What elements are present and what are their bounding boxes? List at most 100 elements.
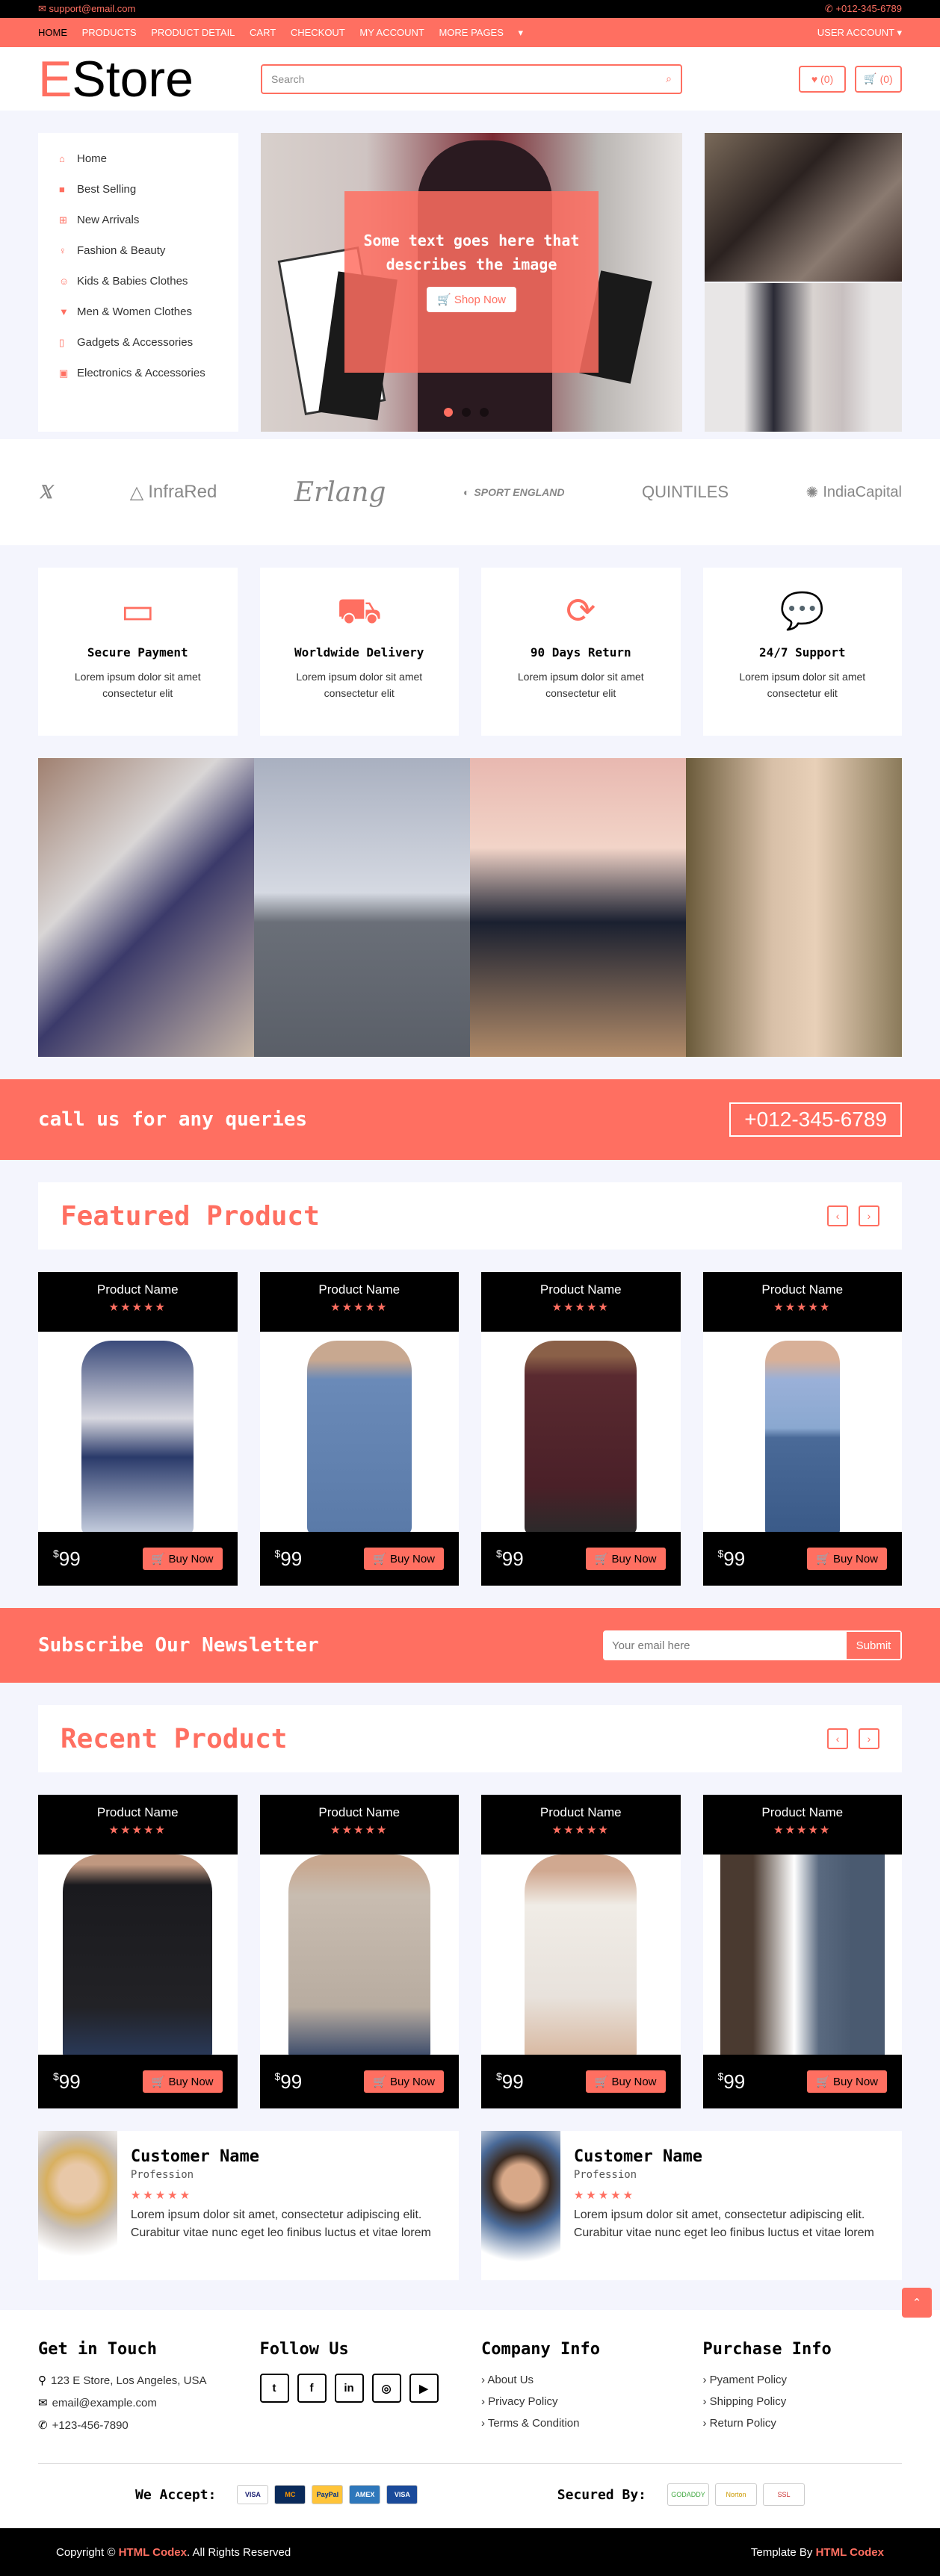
- product-name[interactable]: Product Name: [38, 1805, 238, 1820]
- category-item-best-selling[interactable]: ■ Best Selling: [59, 182, 217, 197]
- side-image-kids[interactable]: [705, 283, 902, 432]
- category-item-electronics[interactable]: ▣ Electronics & Accessories: [59, 366, 217, 381]
- slider-dot[interactable]: [444, 408, 453, 417]
- product-image[interactable]: [259, 1855, 459, 2055]
- footer-link-payment-policy[interactable]: › Pyament Policy: [703, 2374, 903, 2386]
- chevron-left-icon[interactable]: ‹: [827, 1205, 848, 1226]
- product-image[interactable]: [481, 1332, 681, 1532]
- search-icon[interactable]: ⌕: [666, 72, 672, 85]
- product-card: Product Name ★★★★★ $99 🛒 Buy Now: [481, 1272, 681, 1586]
- support-phone[interactable]: ✆ +012-345-6789: [825, 3, 902, 15]
- product-image[interactable]: [702, 1855, 902, 2055]
- chevron-right-icon[interactable]: ›: [859, 1728, 879, 1749]
- cart-button[interactable]: 🛒 (0): [855, 65, 902, 93]
- buy-now-button[interactable]: 🛒 Buy Now: [585, 1548, 666, 1570]
- slider-dot[interactable]: [480, 408, 489, 417]
- copyright-brand-link[interactable]: HTML Codex: [119, 2546, 187, 2559]
- footer-follow-us: Follow Us t f in ◎ ▶: [259, 2340, 460, 2441]
- brand-logo-sport-england: ◐ SPORT ENGLAND: [463, 486, 565, 498]
- newsletter-submit-button[interactable]: Submit: [847, 1632, 900, 1659]
- back-to-top-button[interactable]: ⌃: [902, 2288, 932, 2318]
- nav-product-detail[interactable]: PRODUCT DETAIL: [151, 27, 235, 38]
- product-name[interactable]: Product Name: [260, 1282, 460, 1297]
- chevron-up-icon: ⌃: [912, 2297, 922, 2309]
- footer-link-return-policy[interactable]: › Return Policy: [703, 2417, 903, 2430]
- product-card: Product Name ★★★★★ $99 🛒 Buy Now: [481, 1795, 681, 2108]
- customer-profession: Profession: [130, 2169, 194, 2181]
- nav-home[interactable]: HOME: [38, 27, 67, 38]
- linkedin-icon[interactable]: in: [334, 2374, 364, 2403]
- product-name[interactable]: Product Name: [481, 1805, 681, 1820]
- search-input[interactable]: Search ⌕: [261, 63, 682, 94]
- product-name[interactable]: Product Name: [703, 1805, 903, 1820]
- main-navbar: HOME PRODUCTS PRODUCT DETAIL CART CHECKO…: [0, 18, 940, 47]
- product-image[interactable]: [481, 1855, 681, 2055]
- twitter-icon[interactable]: t: [259, 2374, 289, 2403]
- product-image[interactable]: [259, 1332, 459, 1532]
- category-item-gadgets[interactable]: ▯ Gadgets & Accessories: [59, 335, 217, 350]
- buy-now-button[interactable]: 🛒 Buy Now: [807, 2070, 887, 2093]
- support-email[interactable]: ✉ support@email.com: [38, 3, 135, 15]
- feature-card: ⟳ 90 Days Return Lorem ipsum dolor sit a…: [481, 568, 681, 736]
- category-image-gadgets[interactable]: [470, 758, 686, 1057]
- footer-link-shipping-policy[interactable]: › Shipping Policy: [703, 2395, 903, 2408]
- hero-section: ⌂ Home ■ Best Selling ⊞ New Arrivals ♀ Fashi…: [38, 111, 902, 432]
- buy-now-button[interactable]: 🛒 Buy Now: [364, 1548, 444, 1570]
- category-item-new-arrivals[interactable]: ⊞ New Arrivals: [59, 213, 217, 228]
- category-item-men-women[interactable]: ▼ Men & Women Clothes: [59, 305, 217, 320]
- nav-more-pages[interactable]: MORE PAGES ▾: [439, 27, 523, 38]
- category-image-couple[interactable]: [38, 758, 254, 1057]
- nav-cart[interactable]: CART: [250, 27, 276, 38]
- heart-icon: ♥: [811, 72, 818, 85]
- footer-link-privacy-policy[interactable]: › Privacy Policy: [481, 2395, 681, 2408]
- buy-now-button[interactable]: 🛒 Buy Now: [142, 1548, 223, 1570]
- instagram-icon[interactable]: ◎: [371, 2374, 401, 2403]
- call-us-phone[interactable]: +012-345-6789: [729, 1102, 902, 1137]
- newsletter-email-input[interactable]: Your email here: [604, 1632, 847, 1659]
- product-name[interactable]: Product Name: [38, 1282, 238, 1297]
- nav-my-account[interactable]: MY ACCOUNT: [359, 27, 424, 38]
- buy-now-button[interactable]: 🛒 Buy Now: [807, 1548, 887, 1570]
- product-name[interactable]: Product Name: [260, 1805, 460, 1820]
- user-account-dropdown[interactable]: USER ACCOUNT ▾: [817, 27, 902, 39]
- footer-link-terms[interactable]: › Terms & Condition: [481, 2417, 681, 2430]
- chevron-right-icon[interactable]: ›: [859, 1205, 879, 1226]
- visa-card-icon: VISA: [237, 2485, 269, 2504]
- template-brand-link[interactable]: HTML Codex: [816, 2546, 884, 2559]
- product-name[interactable]: Product Name: [703, 1282, 903, 1297]
- side-image-women[interactable]: [705, 133, 902, 282]
- product-card: Product Name ★★★★★ $99 🛒 Buy Now: [259, 1272, 460, 1586]
- nav-checkout[interactable]: CHECKOUT: [291, 27, 345, 38]
- product-image[interactable]: [702, 1332, 902, 1532]
- product-card: Product Name ★★★★★ $99 🛒 Buy Now: [702, 1795, 903, 2108]
- shop-now-label: Shop Now: [454, 294, 507, 306]
- youtube-icon[interactable]: ▶: [409, 2374, 439, 2403]
- category-item-kids-babies[interactable]: ☺ Kids & Babies Clothes: [59, 274, 217, 289]
- product-image[interactable]: [38, 1855, 238, 2055]
- footer-email[interactable]: email@example.com: [52, 2397, 157, 2409]
- chevron-left-icon[interactable]: ‹: [827, 1728, 848, 1749]
- buy-now-button[interactable]: 🛒 Buy Now: [142, 2070, 223, 2093]
- logo[interactable]: EStore: [38, 54, 261, 105]
- facebook-icon[interactable]: f: [297, 2374, 327, 2403]
- hero-slider[interactable]: Some text goes here that describes the i…: [261, 133, 682, 432]
- nav-links: HOME PRODUCTS PRODUCT DETAIL CART CHECKO…: [38, 27, 535, 39]
- footer-phone[interactable]: +123-456-7890: [52, 2419, 129, 2432]
- category-image-dresses[interactable]: [686, 758, 902, 1057]
- buy-now-button[interactable]: 🛒 Buy Now: [364, 2070, 444, 2093]
- shop-now-button[interactable]: 🛒 Shop Now: [426, 287, 517, 312]
- wishlist-button[interactable]: ♥ (0): [799, 65, 846, 93]
- category-item-home[interactable]: ⌂ Home: [59, 152, 217, 167]
- product-name[interactable]: Product Name: [481, 1282, 681, 1297]
- category-image-cosmetics[interactable]: [254, 758, 470, 1057]
- template-credit: Template By HTML Codex: [751, 2546, 884, 2559]
- slider-dot[interactable]: [462, 408, 471, 417]
- product-image[interactable]: [38, 1332, 238, 1532]
- footer-link-about-us[interactable]: › About Us: [481, 2374, 681, 2386]
- buy-now-button[interactable]: 🛒 Buy Now: [585, 2070, 666, 2093]
- nav-products[interactable]: PRODUCTS: [82, 27, 137, 38]
- category-item-fashion-beauty[interactable]: ♀ Fashion & Beauty: [59, 243, 217, 258]
- paypal-icon: PayPal: [312, 2485, 344, 2504]
- we-accept-label: We Accept:: [135, 2486, 217, 2503]
- buy-label: Buy Now: [168, 1553, 214, 1565]
